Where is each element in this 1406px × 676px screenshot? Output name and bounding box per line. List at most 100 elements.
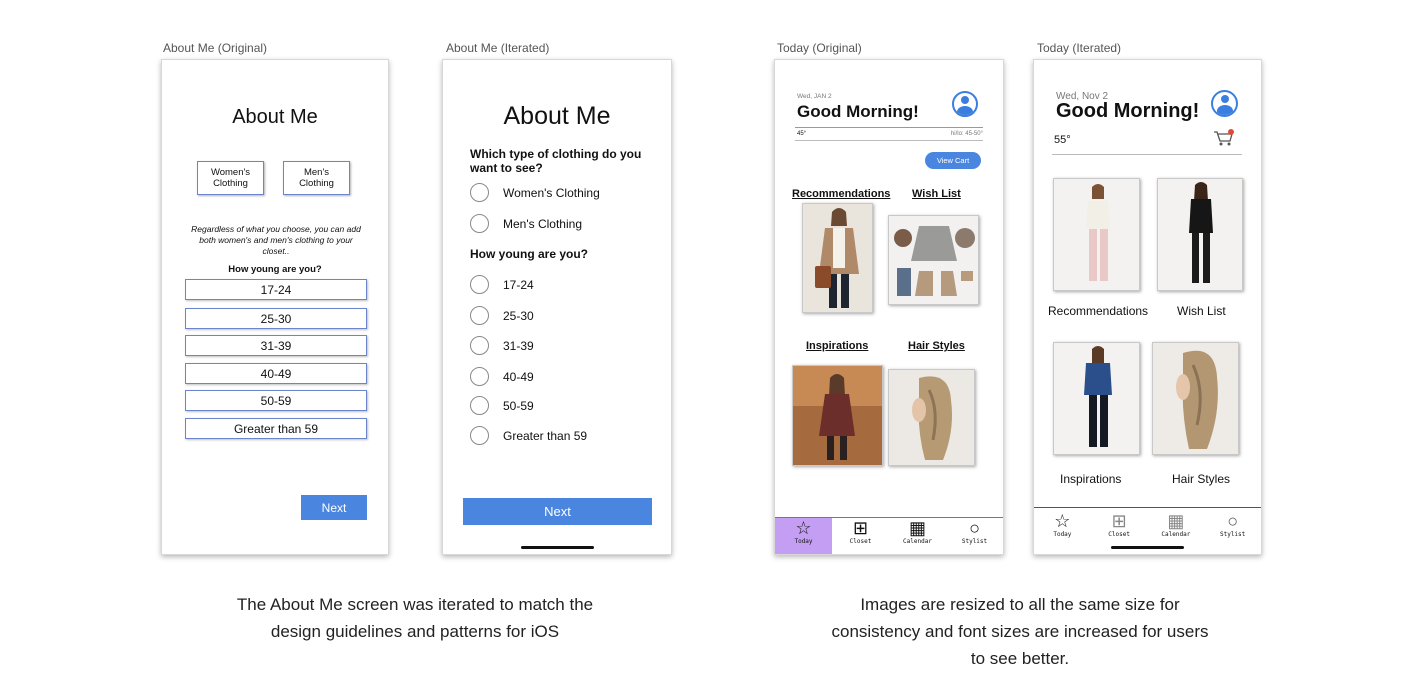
cart-icon[interactable] (1213, 129, 1235, 147)
caption-line: The About Me screen was iterated to matc… (236, 595, 594, 614)
temperature: 55° (1054, 134, 1071, 146)
age-radio-25-30[interactable] (470, 306, 489, 325)
stylist-circle-icon: ○ (969, 518, 980, 538)
caption-line: consistency and font sizes are increased… (831, 622, 1209, 641)
age-button-25-30[interactable]: 25-30 (185, 308, 367, 329)
caption-line: to see better. (970, 649, 1070, 668)
divider (795, 140, 983, 141)
home-indicator[interactable] (1111, 546, 1184, 549)
closet-icon: ⊞ (1111, 511, 1127, 531)
age-label-50-59: 50-59 (503, 399, 534, 413)
closet-note: Regardless of what you choose, you can a… (191, 224, 361, 256)
temperature: 45° (797, 131, 807, 137)
page-title: About Me (232, 106, 318, 128)
age-button-40-49[interactable]: 40-49 (185, 363, 367, 384)
tab-label: Today (794, 538, 813, 545)
frame-label-today-iterated: Today (Iterated) (1037, 41, 1122, 55)
age-radio-17-24[interactable] (470, 275, 489, 294)
womens-clothing-radio[interactable] (470, 183, 489, 202)
about-iterated-screen: About Me Which type of clothing do you w… (442, 59, 672, 555)
age-button-greater-than-59[interactable]: Greater than 59 (185, 418, 367, 439)
tab-label: Calendar (1161, 531, 1191, 538)
frame-label-about-iterated: About Me (Iterated) (446, 41, 550, 55)
mens-clothing-radio[interactable] (470, 214, 489, 233)
age-button-50-59[interactable]: 50-59 (185, 390, 367, 411)
age-radio-31-39[interactable] (470, 336, 489, 355)
calendar-icon: ▦ (908, 518, 926, 538)
tab-bar: ☆ Today ⊞ Closet ▦ Calendar ○ Stylist (1034, 511, 1261, 546)
about-original-screen: About Me Women's Clothing Men's Clothing… (161, 59, 389, 555)
womens-clothing-label: Women's Clothing (503, 186, 600, 200)
tab-label: Closet (1108, 531, 1130, 538)
home-indicator[interactable] (521, 546, 594, 549)
greeting-title: Good Morning! (1056, 100, 1200, 122)
next-button[interactable]: Next (463, 498, 652, 525)
divider (1052, 154, 1242, 155)
inspirations-image[interactable] (792, 365, 883, 466)
age-radio-40-49[interactable] (470, 367, 489, 386)
star-icon: ☆ (1054, 511, 1071, 531)
age-radio-50-59[interactable] (470, 396, 489, 415)
recommendations-label: Recommendations (1048, 304, 1149, 318)
caption-line: Images are resized to all the same size … (860, 595, 1180, 614)
tab-label: Closet (849, 538, 872, 545)
inspirations-link[interactable]: Inspirations (806, 340, 868, 352)
date-label: Wed, JAN 2 (797, 93, 832, 100)
hair-styles-image[interactable] (888, 369, 975, 466)
frame-label-about-original: About Me (Original) (163, 41, 268, 55)
clothing-question: Which type of clothing do you want to se… (470, 147, 642, 175)
inspirations-image[interactable] (1053, 342, 1140, 455)
tab-today[interactable]: ☆ Today (1034, 511, 1091, 546)
about-caption: The About Me screen was iterated to matc… (160, 591, 670, 645)
tab-label: Calendar (903, 538, 932, 545)
next-button[interactable]: Next (301, 495, 367, 520)
tab-label: Today (1053, 531, 1072, 538)
today-original-screen: Wed, JAN 2 Good Morning! 45° hi/lo: 45-5… (774, 59, 1004, 555)
age-button-17-24[interactable]: 17-24 (185, 279, 367, 300)
wish-list-link[interactable]: Wish List (912, 188, 961, 200)
hair-styles-image[interactable] (1152, 342, 1239, 455)
today-iterated-screen: Wed, Nov 2 Good Morning! 55° Recommendat… (1033, 59, 1262, 555)
age-label-17-24: 17-24 (503, 278, 534, 292)
closet-icon: ⊞ (852, 518, 869, 538)
today-caption: Images are resized to all the same size … (770, 591, 1270, 672)
page-title: About Me (503, 102, 611, 130)
tab-stylist[interactable]: ○ Stylist (1204, 511, 1261, 546)
profile-avatar-icon[interactable] (952, 91, 978, 117)
hair-styles-link[interactable]: Hair Styles (908, 340, 965, 352)
hair-styles-label: Hair Styles (1172, 472, 1231, 486)
wish-list-image[interactable] (1157, 178, 1243, 291)
tab-bar: ☆ Today ⊞ Closet ▦ Calendar ○ Stylist (775, 518, 1003, 554)
tabbar-divider (1034, 507, 1261, 508)
age-question: How young are you? (228, 264, 322, 275)
recommendations-image[interactable] (802, 203, 873, 313)
tab-label: Stylist (961, 538, 988, 545)
mens-clothing-button[interactable]: Men's Clothing (283, 161, 350, 195)
tab-today[interactable]: ☆ Today (775, 518, 832, 554)
profile-avatar-icon[interactable] (1211, 90, 1238, 117)
age-radio-greater-than-59[interactable] (470, 426, 489, 445)
view-cart-button[interactable]: View Cart (925, 152, 981, 169)
womens-clothing-button[interactable]: Women's Clothing (197, 161, 264, 195)
age-button-31-39[interactable]: 31-39 (185, 335, 367, 356)
recommendations-link[interactable]: Recommendations (792, 188, 890, 200)
age-label-40-49: 40-49 (503, 370, 534, 384)
age-label-25-30: 25-30 (503, 309, 534, 323)
star-icon: ☆ (795, 518, 812, 538)
calendar-icon: ▦ (1167, 511, 1185, 531)
wish-list-label: Wish List (1177, 304, 1226, 318)
frame-label-today-original: Today (Original) (777, 41, 862, 55)
tab-closet[interactable]: ⊞ Closet (1091, 511, 1148, 546)
hi-lo-temperature: hi/lo: 45-50° (950, 131, 983, 137)
stylist-circle-icon: ○ (1227, 511, 1239, 531)
tab-calendar[interactable]: ▦ Calendar (889, 518, 946, 554)
tab-closet[interactable]: ⊞ Closet (832, 518, 889, 554)
age-question: How young are you? (470, 247, 589, 261)
recommendations-image[interactable] (1053, 178, 1140, 291)
wish-list-image[interactable] (888, 215, 979, 305)
greeting-title: Good Morning! (797, 102, 919, 121)
tab-stylist[interactable]: ○ Stylist (946, 518, 1003, 554)
age-label-greater-than-59: Greater than 59 (503, 429, 588, 443)
tab-calendar[interactable]: ▦ Calendar (1148, 511, 1205, 546)
caption-line: design guidelines and patterns for iOS (270, 622, 560, 641)
